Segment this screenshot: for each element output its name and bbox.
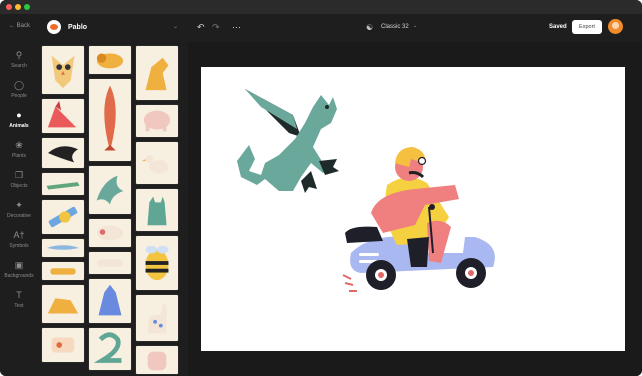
save-status: Saved <box>549 24 567 30</box>
back-label: Back <box>16 23 31 29</box>
gallery-tile-sheep[interactable] <box>88 218 132 248</box>
layout-name[interactable]: Classic 32 <box>381 24 409 30</box>
gallery-tile-dog[interactable] <box>41 284 85 324</box>
search-icon: ⚲ <box>15 50 23 60</box>
gallery-tile-snake[interactable] <box>88 327 132 371</box>
gallery-tile-bird[interactable] <box>135 141 179 185</box>
dragon-illustration[interactable] <box>237 89 339 193</box>
gallery-tile-crow[interactable] <box>41 137 85 169</box>
gallery-tile-cheetah[interactable] <box>41 261 85 281</box>
gallery-tile-fish[interactable] <box>88 78 132 162</box>
pack-selector[interactable]: Pablo ⌄ <box>38 14 188 42</box>
text-icon: T <box>16 290 22 300</box>
gallery-tile-cat[interactable] <box>135 188 179 232</box>
sidebar-item-objects[interactable]: ❐ Objects <box>0 170 38 198</box>
sidebar-item-search[interactable]: ⚲ Search <box>0 50 38 78</box>
gallery-tile-fox[interactable] <box>41 98 85 134</box>
gallery-tile-crocodile[interactable] <box>41 172 85 196</box>
gallery-tile-shark[interactable] <box>41 238 85 258</box>
illustration-gallery[interactable] <box>38 42 188 376</box>
sidebar-item-symbols[interactable]: A† Symbols <box>0 230 38 258</box>
app-window: ← Back ⚲ Search ◯ People ● Animals ❀ Pla… <box>0 0 642 376</box>
chevron-down-icon[interactable]: ⌄ <box>413 23 417 29</box>
sidebar-item-text[interactable]: T Text <box>0 290 38 318</box>
chevron-down-icon: ⌄ <box>173 24 179 30</box>
redo-icon[interactable]: ↷ <box>212 22 220 33</box>
gallery-tile-elephant[interactable] <box>135 104 179 138</box>
gallery-tile-giraffe[interactable] <box>135 294 179 342</box>
gallery-tile-lion[interactable] <box>88 45 132 75</box>
person-icon: ◯ <box>13 80 25 90</box>
avatar[interactable] <box>608 19 623 34</box>
plant-icon: ❀ <box>15 140 23 150</box>
gallery-tile-horse[interactable] <box>135 45 179 101</box>
gallery-tile-dragon[interactable] <box>88 165 132 215</box>
gallery-tile-bird-cage[interactable] <box>135 345 179 375</box>
sidebar-item-decorative[interactable]: ✦ Decorative <box>0 200 38 228</box>
arrow-left-icon: ← <box>9 23 15 29</box>
canvas-area <box>188 42 642 376</box>
editor-toolbar: ↶ ↷ ⋯ ☯ Classic 32 ⌄ Saved Export <box>188 14 642 42</box>
pack-name: Pablo <box>68 24 88 31</box>
gallery-tile-calf[interactable] <box>41 327 85 363</box>
title-bar <box>0 0 642 14</box>
scooter-rider-illustration[interactable] <box>342 147 495 292</box>
more-icon[interactable]: ⋯ <box>232 22 241 33</box>
undo-icon[interactable]: ↶ <box>197 22 205 33</box>
image-icon: ▣ <box>14 260 24 270</box>
category-sidebar: ← Back ⚲ Search ◯ People ● Animals ❀ Pla… <box>0 14 38 376</box>
close-window-button[interactable] <box>6 4 12 10</box>
sidebar-item-backgrounds[interactable]: ▣ Backgrounds <box>0 260 38 288</box>
sidebar-item-plants[interactable]: ❀ Plants <box>0 140 38 168</box>
symbols-icon: A† <box>13 230 25 240</box>
maximize-window-button[interactable] <box>24 4 30 10</box>
export-button[interactable]: Export <box>572 20 602 34</box>
sparkle-icon: ✦ <box>15 200 23 210</box>
minimize-window-button[interactable] <box>15 4 21 10</box>
paw-icon: ● <box>16 110 22 120</box>
gallery-tile-donkey[interactable] <box>88 278 132 324</box>
gallery-tile-bear[interactable] <box>88 251 132 275</box>
sidebar-item-animals[interactable]: ● Animals <box>0 110 38 138</box>
objects-icon: ❐ <box>14 170 24 180</box>
layout-icon[interactable]: ☯ <box>366 23 373 32</box>
design-canvas[interactable] <box>201 67 625 351</box>
back-button[interactable]: ← Back <box>9 23 30 29</box>
gallery-tile-owl[interactable] <box>41 45 85 95</box>
gallery-tile-pencil[interactable] <box>41 199 85 235</box>
gallery-tile-bee[interactable] <box>135 235 179 291</box>
sidebar-item-people[interactable]: ◯ People <box>0 80 38 108</box>
pack-logo <box>47 20 61 34</box>
